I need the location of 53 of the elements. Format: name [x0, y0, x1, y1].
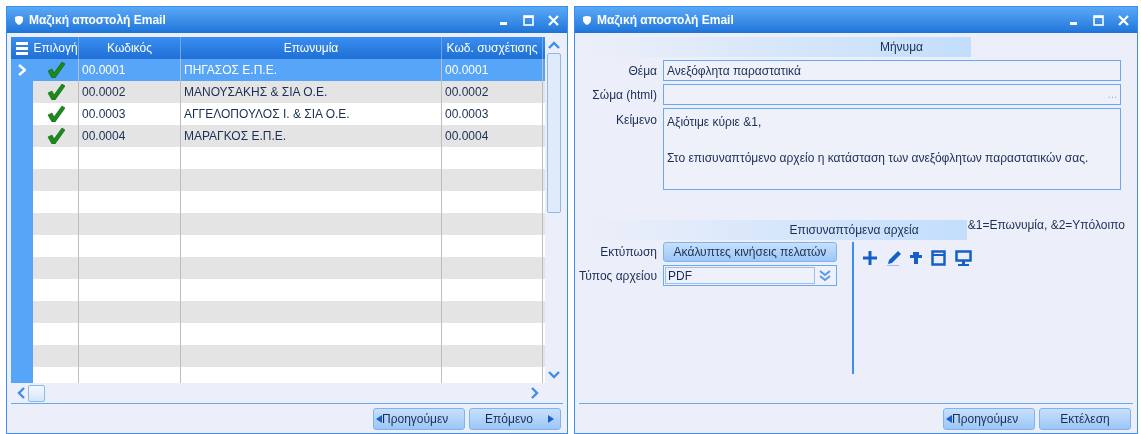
- maximize-icon[interactable]: [1093, 14, 1104, 26]
- checkmark-icon: [46, 62, 65, 78]
- right-arrow-icon: [548, 414, 554, 423]
- table-cell-text: 00.0004: [82, 128, 126, 145]
- message-text-area[interactable]: Αξιότιμε κύριε &1, Στο επισυναπτόμενο αρχείο η κατάσταση των ανεξόφλητων παραστατικών σας.: [663, 108, 1121, 190]
- row-indicator-icon: [18, 64, 26, 76]
- window-title: Μαζική αποστολή Email: [597, 12, 735, 29]
- shield-icon: [15, 15, 23, 25]
- add-icon[interactable]: [862, 250, 878, 266]
- checkmark-icon: [46, 84, 65, 100]
- table-cell-text: 00.0001: [82, 62, 126, 79]
- menu-icon[interactable]: [16, 41, 28, 55]
- field-label: Τύπος αρχείου: [578, 267, 657, 285]
- table-cell-text: ΜΑΡΑΓΚΟΣ Ε.Π.Ε.: [184, 128, 287, 145]
- previous-button[interactable]: Προηγούμεν: [943, 407, 1035, 430]
- window-title: Μαζική αποστολή Email: [29, 12, 167, 29]
- checkmark-icon: [46, 128, 65, 144]
- report-button[interactable]: Ακάλυπτες κινήσεις πελατών: [663, 242, 837, 262]
- field-label: Κείμενο: [616, 112, 657, 129]
- close-icon[interactable]: [1118, 14, 1129, 26]
- table-cell-text: 00.0001: [445, 62, 489, 79]
- previous-button[interactable]: Προηγούμεν: [373, 407, 465, 430]
- field-label: Σώμα (html): [592, 86, 657, 104]
- field-label: Εκτύπωση: [600, 244, 657, 261]
- monitor-icon[interactable]: [955, 250, 972, 266]
- placeholder-legend: &1=Επωνυμία, &2=Υπόλοιπο: [967, 216, 1125, 234]
- file-type-dropdown[interactable]: PDF: [663, 265, 837, 286]
- table-cell-text: 00.0003: [445, 106, 489, 123]
- table-cell-text: ΑΓΓΕΛΟΠΟΥΛΟΣ Ι. & ΣΙΑ Ο.Ε.: [184, 106, 350, 123]
- table-cell-text: 00.0004: [445, 128, 489, 145]
- table-cell-text: 00.0003: [82, 106, 126, 123]
- scrollbar-thumb[interactable]: [547, 53, 561, 213]
- left-arrow-icon: [946, 414, 952, 423]
- scrollbar-thumb[interactable]: [28, 384, 45, 402]
- dropdown-arrow-icon: [818, 268, 832, 283]
- table-cell-text: 00.0002: [82, 84, 126, 101]
- maximize-icon[interactable]: [523, 14, 534, 26]
- subject-field[interactable]: Ανεξόφλητα παραστατικά: [663, 60, 1121, 81]
- checkmark-icon: [46, 106, 65, 122]
- table-row[interactable]: 00.0002 ΜΑΝΟΥΣΑΚΗΣ & ΣΙΑ Ο.Ε. 00.0002: [33, 81, 545, 103]
- pencil-icon[interactable]: [887, 250, 901, 266]
- window-icon[interactable]: [931, 250, 946, 266]
- table-cell-text: ΜΑΝΟΥΣΑΚΗΣ & ΣΙΑ Ο.Ε.: [184, 84, 328, 101]
- field-label: Θέμα: [628, 62, 657, 80]
- pin-icon[interactable]: [910, 250, 922, 264]
- table-cell-text: ΠΗΓΑΣΟΣ Ε.Π.Ε.: [184, 62, 278, 79]
- shield-icon: [583, 15, 591, 25]
- table-cell-text: 00.0002: [445, 84, 489, 101]
- next-button[interactable]: Επόμενο: [469, 407, 561, 430]
- close-icon[interactable]: [548, 14, 559, 26]
- left-arrow-icon: [376, 414, 382, 423]
- execute-button[interactable]: Εκτέλεση: [1039, 407, 1131, 430]
- table-row[interactable]: 00.0004 ΜΑΡΑΓΚΟΣ Ε.Π.Ε. 00.0004: [33, 125, 545, 147]
